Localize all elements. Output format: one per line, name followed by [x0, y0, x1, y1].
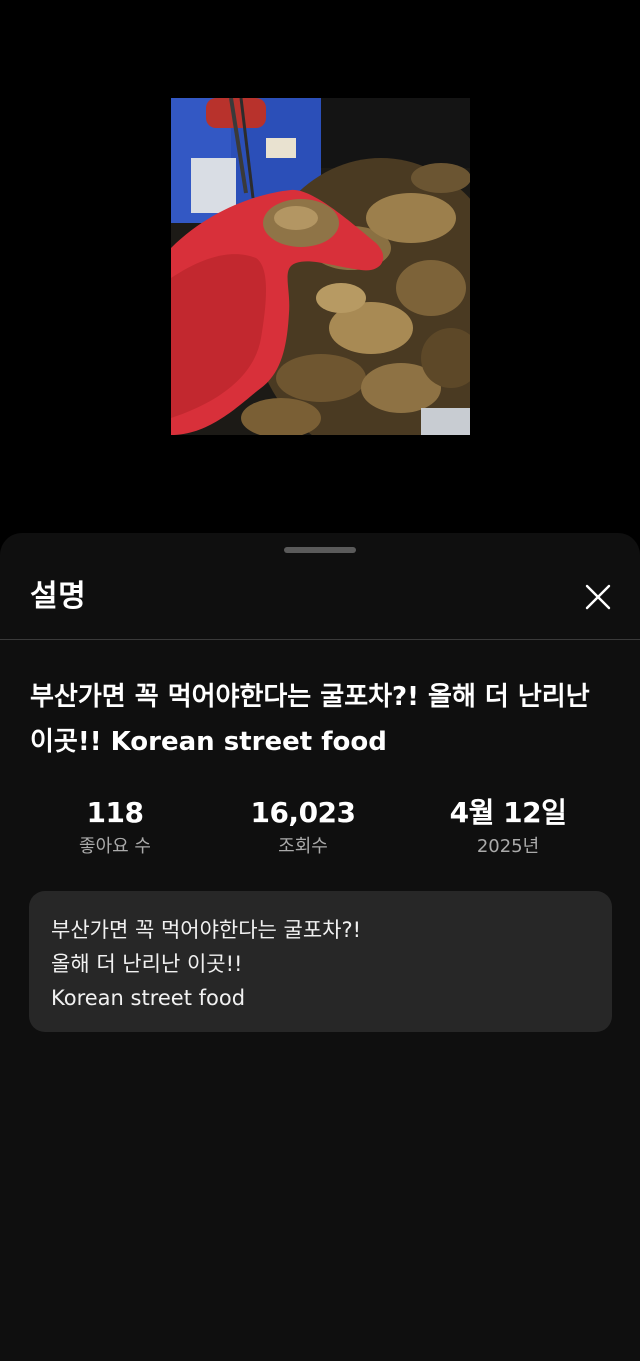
close-icon	[585, 584, 611, 610]
description-line: 부산가면 꼭 먹어야한다는 굴포차?!	[51, 918, 362, 942]
drag-handle[interactable]	[284, 547, 356, 553]
likes-label: 좋아요 수	[79, 836, 151, 857]
likes-count: 118	[86, 796, 144, 829]
video-player[interactable]	[0, 0, 640, 545]
header-divider	[0, 639, 640, 640]
upload-date: 4월 12일	[449, 796, 567, 829]
date-stat: 4월 12일 2025년	[418, 795, 598, 861]
views-count: 16,023	[250, 796, 356, 829]
sheet-title: 설명	[30, 579, 87, 614]
description-line: Korean street food	[51, 986, 246, 1010]
upload-year: 2025년	[476, 836, 540, 857]
description-sheet: 설명 부산가면 꼭 먹어야한다는 굴포차?! 올해 더 난리난 이곳!! Kor…	[0, 533, 640, 1361]
description-line: 올해 더 난리난 이곳!!	[51, 952, 243, 976]
likes-stat: 118 좋아요 수	[25, 795, 205, 861]
description-box[interactable]: 부산가면 꼭 먹어야한다는 굴포차?! 올해 더 난리난 이곳!! Korean…	[29, 891, 612, 1032]
video-title: 부산가면 꼭 먹어야한다는 굴포차?! 올해 더 난리난 이곳!! Korean…	[30, 682, 590, 757]
views-label: 조회수	[278, 836, 328, 857]
video-thumbnail[interactable]	[171, 98, 470, 435]
views-stat: 16,023 조회수	[213, 795, 393, 861]
video-stats: 118 좋아요 수 16,023 조회수 4월 12일 2025년	[0, 795, 640, 867]
close-button[interactable]	[578, 577, 618, 617]
